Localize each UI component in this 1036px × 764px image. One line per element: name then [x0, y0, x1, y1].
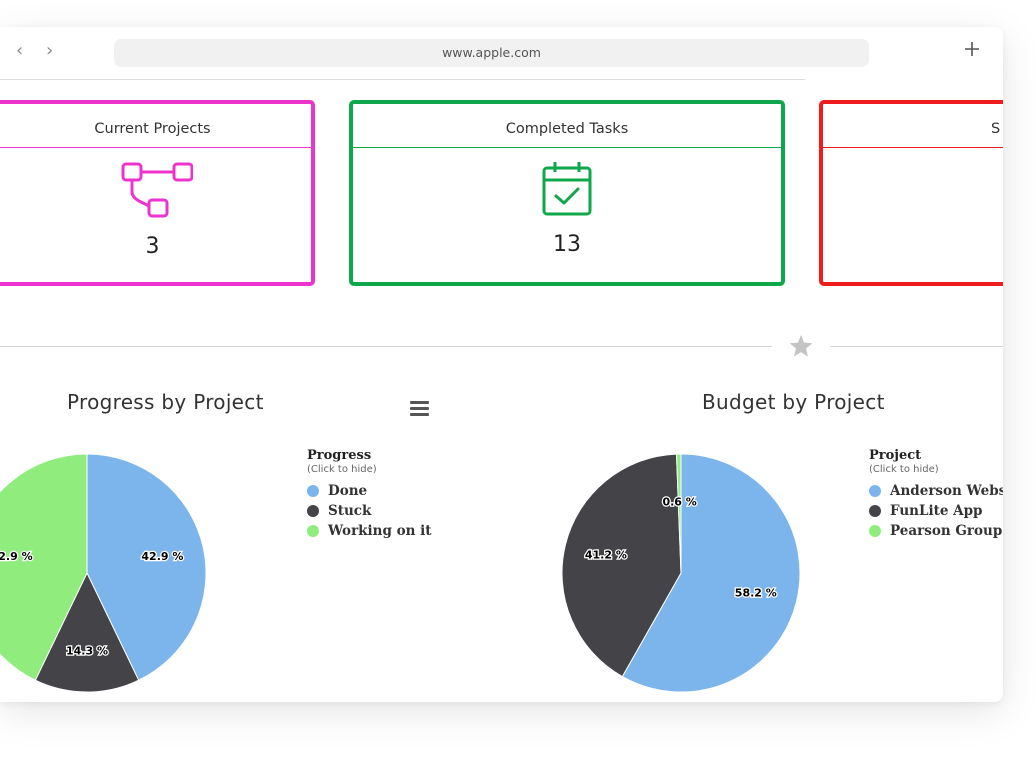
legend-item-funlite[interactable]: FunLite App [869, 501, 1003, 521]
completed-tasks-card: Completed Tasks 13 [349, 100, 785, 286]
project-flow-icon [121, 162, 193, 218]
forward-icon[interactable]: › [46, 41, 53, 61]
back-icon[interactable]: ‹ [16, 41, 23, 61]
toolbar-divider [0, 79, 805, 80]
card-title: Current Projects [0, 104, 311, 148]
current-projects-card: Current Projects 3 [0, 100, 315, 286]
new-tab-icon[interactable] [962, 39, 982, 59]
browser-window: ‹ › www.apple.com Current Projects 3 Com… [0, 27, 1003, 702]
calendar-check-icon [542, 162, 592, 216]
legend-item-working[interactable]: Working on it [307, 521, 432, 541]
legend-item-stuck[interactable]: Stuck [307, 501, 432, 521]
chart-menu-icon[interactable] [410, 400, 430, 416]
card-title: S [823, 104, 1003, 148]
legend-item-anderson[interactable]: Anderson Website [869, 481, 1003, 501]
card-title: Completed Tasks [353, 104, 781, 148]
legend-title: Project [869, 448, 922, 463]
card-value: 13 [553, 232, 581, 257]
card-value: 3 [145, 234, 160, 259]
section-divider [0, 345, 1003, 349]
progress-chart-title: Progress by Project [67, 390, 264, 414]
star-icon[interactable] [788, 333, 814, 359]
budget-chart-title: Budget by Project [702, 390, 885, 414]
budget-legend: Project (Click to hide) Anderson Website… [869, 448, 1003, 541]
legend-item-done[interactable]: Done [307, 481, 432, 501]
legend-subtitle: (Click to hide) [869, 464, 939, 475]
third-card: S [819, 100, 1003, 286]
url-bar[interactable]: www.apple.com [114, 39, 869, 67]
legend-item-pearson[interactable]: Pearson Group Website [869, 521, 1003, 541]
legend-title: Progress [307, 448, 372, 463]
legend-subtitle: (Click to hide) [307, 464, 377, 475]
progress-legend: Progress (Click to hide) Done Stuck Work… [307, 448, 432, 541]
